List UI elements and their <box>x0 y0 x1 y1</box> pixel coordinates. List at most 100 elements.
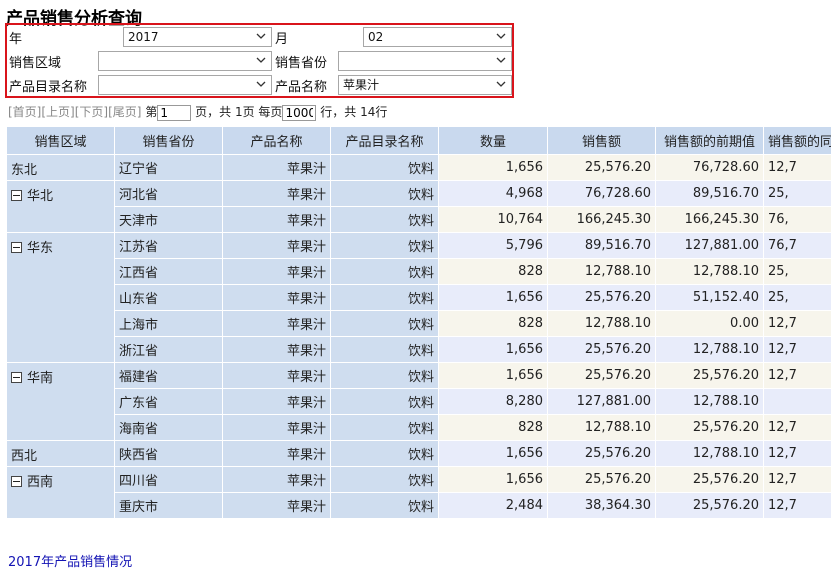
pager: [首页][上页][下页][尾页] 第 页，共 1页 每页 行，共 14行 <box>8 103 387 121</box>
collapse-icon[interactable] <box>11 372 22 383</box>
table-row: 华东江苏省苹果汁饮料5,79689,516.70127,881.0076,7 <box>7 233 831 259</box>
region-label: 华东 <box>27 241 53 256</box>
category-label: 产品目录名称 <box>9 76 87 95</box>
province-cell: 天津市 <box>115 207 223 233</box>
table-row: 华南福建省苹果汁饮料1,65625,576.2025,576.2012,7 <box>7 363 831 389</box>
collapse-icon[interactable] <box>11 476 22 487</box>
previous-sales-cell: 12,788.10 <box>656 389 764 415</box>
product-cell: 苹果汁 <box>223 259 331 285</box>
product-cell: 苹果汁 <box>223 363 331 389</box>
table-row: 东北辽宁省苹果汁饮料1,65625,576.2076,728.6012,7 <box>7 155 831 181</box>
product-cell: 苹果汁 <box>223 441 331 467</box>
product-cell: 苹果汁 <box>223 467 331 493</box>
column-header[interactable]: 产品目录名称 <box>331 127 439 155</box>
province-cell: 浙江省 <box>115 337 223 363</box>
table-row: 西南四川省苹果汁饮料1,65625,576.2025,576.2012,7 <box>7 467 831 493</box>
category-cell: 饮料 <box>331 415 439 441</box>
table-row: 江西省苹果汁饮料82812,788.1012,788.1025, <box>7 259 831 285</box>
row-count-text: 行，共 14行 <box>320 105 387 119</box>
region-cell[interactable]: 华东 <box>7 233 115 363</box>
month-select[interactable]: 02 <box>363 27 512 47</box>
province-cell: 福建省 <box>115 363 223 389</box>
table-row: 广东省苹果汁饮料8,280127,881.0012,788.10 <box>7 389 831 415</box>
page-number-input[interactable] <box>157 105 191 121</box>
category-cell: 饮料 <box>331 207 439 233</box>
category-cell: 饮料 <box>331 259 439 285</box>
column-header[interactable]: 产品名称 <box>223 127 331 155</box>
sales-cell: 127,881.00 <box>548 389 656 415</box>
column-header[interactable]: 销售区域 <box>7 127 115 155</box>
province-cell: 重庆市 <box>115 493 223 519</box>
first-page-link[interactable]: [首页] <box>8 105 41 119</box>
table-body: 东北辽宁省苹果汁饮料1,65625,576.2076,728.6012,7华北河… <box>7 155 831 519</box>
category-cell: 饮料 <box>331 363 439 389</box>
yoy-sales-cell: 12,7 <box>764 363 831 389</box>
chevron-down-icon <box>494 53 508 69</box>
province-cell: 山东省 <box>115 285 223 311</box>
column-header[interactable]: 数量 <box>439 127 548 155</box>
region-label: 华南 <box>27 371 53 386</box>
province-select[interactable] <box>338 51 512 71</box>
province-cell: 江苏省 <box>115 233 223 259</box>
product-cell: 苹果汁 <box>223 155 331 181</box>
collapse-icon[interactable] <box>11 190 22 201</box>
report-grid: 销售区域 销售省份 产品名称 产品目录名称 数量 销售额 销售额的前期值 销售额… <box>6 126 831 548</box>
region-cell[interactable]: 华北 <box>7 181 115 233</box>
region-cell: 东北 <box>7 155 115 181</box>
category-cell: 饮料 <box>331 233 439 259</box>
product-select[interactable]: 苹果汁 <box>338 75 512 95</box>
filter-panel: 年 2017 月 02 销售区域 销售省份 产品目录名称 产品名称 苹果汁 <box>5 23 514 98</box>
yoy-sales-cell: 12,7 <box>764 155 831 181</box>
yoy-sales-cell: 12,7 <box>764 493 831 519</box>
quantity-cell: 1,656 <box>439 441 548 467</box>
yoy-sales-cell: 12,7 <box>764 441 831 467</box>
previous-sales-cell: 0.00 <box>656 311 764 337</box>
column-header[interactable]: 销售省份 <box>115 127 223 155</box>
region-cell[interactable]: 华南 <box>7 363 115 441</box>
sales-cell: 76,728.60 <box>548 181 656 207</box>
previous-sales-cell: 12,788.10 <box>656 259 764 285</box>
column-header[interactable]: 销售额的同 <box>764 127 831 155</box>
category-select[interactable] <box>98 75 272 95</box>
collapse-icon[interactable] <box>11 242 22 253</box>
region-label: 西南 <box>27 475 53 490</box>
previous-sales-cell: 127,881.00 <box>656 233 764 259</box>
table-row: 山东省苹果汁饮料1,65625,576.2051,152.4025, <box>7 285 831 311</box>
rows-per-page-input[interactable] <box>282 105 316 121</box>
quantity-cell: 2,484 <box>439 493 548 519</box>
table-row: 华北河北省苹果汁饮料4,96876,728.6089,516.7025, <box>7 181 831 207</box>
sales-cell: 89,516.70 <box>548 233 656 259</box>
previous-sales-cell: 25,576.20 <box>656 415 764 441</box>
product-cell: 苹果汁 <box>223 311 331 337</box>
year-select[interactable]: 2017 <box>123 27 272 47</box>
yoy-sales-cell: 25, <box>764 285 831 311</box>
last-page-link[interactable]: [尾页] <box>108 105 141 119</box>
region-cell[interactable]: 西南 <box>7 467 115 519</box>
quantity-cell: 1,656 <box>439 285 548 311</box>
region-select[interactable] <box>98 51 272 71</box>
province-cell: 河北省 <box>115 181 223 207</box>
category-cell: 饮料 <box>331 337 439 363</box>
quantity-cell: 1,656 <box>439 363 548 389</box>
province-cell: 海南省 <box>115 415 223 441</box>
quantity-cell: 10,764 <box>439 207 548 233</box>
sales-cell: 166,245.30 <box>548 207 656 233</box>
previous-sales-cell: 89,516.70 <box>656 181 764 207</box>
column-header[interactable]: 销售额的前期值 <box>656 127 764 155</box>
report-table: 销售区域 销售省份 产品名称 产品目录名称 数量 销售额 销售额的前期值 销售额… <box>6 126 831 519</box>
footer-link[interactable]: 2017年产品销售情况 <box>8 551 132 570</box>
previous-sales-cell: 25,576.20 <box>656 363 764 389</box>
sales-cell: 25,576.20 <box>548 155 656 181</box>
column-header[interactable]: 销售额 <box>548 127 656 155</box>
prev-page-link[interactable]: [上页] <box>41 105 74 119</box>
chevron-down-icon <box>254 53 268 69</box>
sales-cell: 25,576.20 <box>548 363 656 389</box>
sales-cell: 25,576.20 <box>548 337 656 363</box>
next-page-link[interactable]: [下页] <box>75 105 108 119</box>
product-label: 产品名称 <box>275 76 327 95</box>
province-cell: 广东省 <box>115 389 223 415</box>
table-row: 西北陕西省苹果汁饮料1,65625,576.2012,788.1012,7 <box>7 441 831 467</box>
province-cell: 四川省 <box>115 467 223 493</box>
yoy-sales-cell <box>764 389 831 415</box>
category-cell: 饮料 <box>331 285 439 311</box>
